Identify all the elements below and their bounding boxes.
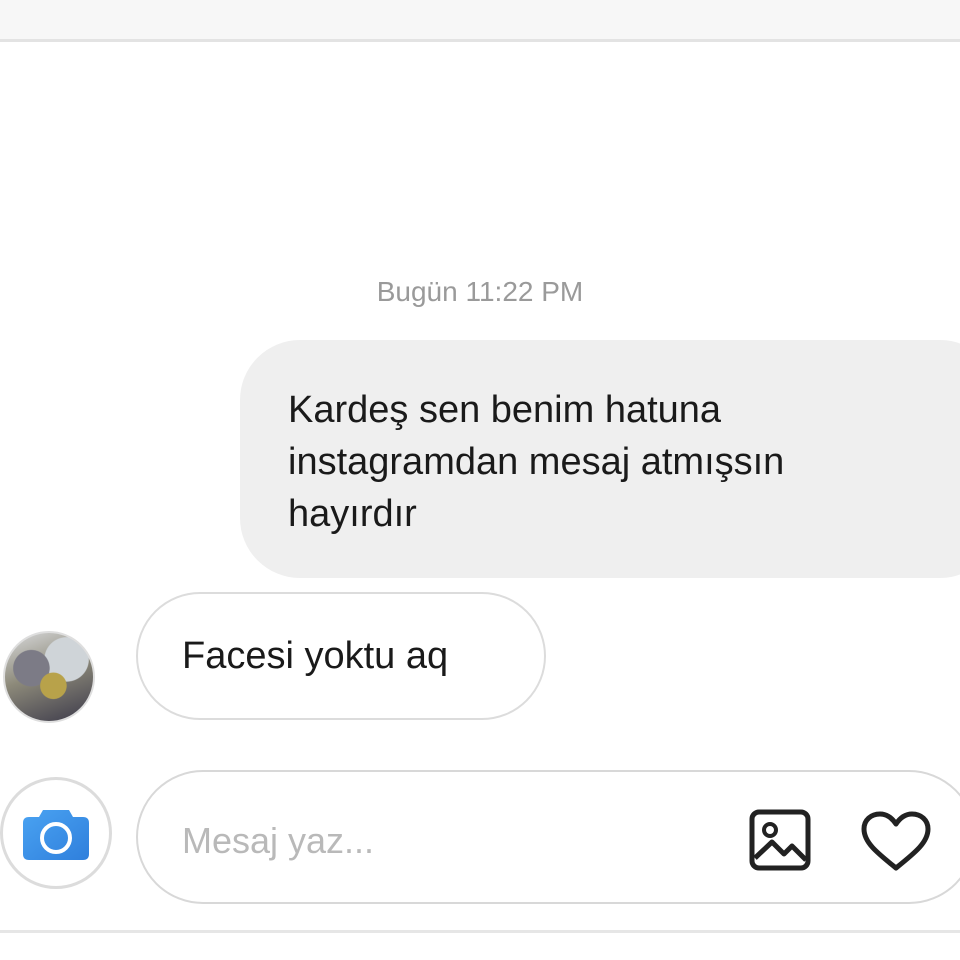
camera-icon <box>23 810 89 860</box>
incoming-message-bubble[interactable]: Facesi yoktu aq <box>136 592 546 720</box>
top-bar <box>0 0 960 42</box>
incoming-message-text: Facesi yoktu aq <box>182 634 449 677</box>
camera-button[interactable] <box>0 777 112 889</box>
outgoing-message-bubble[interactable]: Kardeş sen benim hatuna instagramdan mes… <box>240 340 960 578</box>
like-button[interactable] <box>860 810 932 872</box>
message-timestamp: Bugün 11:22 PM <box>376 276 584 307</box>
chat-screen: Bugün 11:22 PM Kardeş sen benim hatuna i… <box>0 0 960 960</box>
gallery-button[interactable] <box>748 808 812 872</box>
message-input[interactable]: Mesaj yaz... <box>136 770 960 904</box>
outgoing-message-text: Kardeş sen benim hatuna instagramdan mes… <box>288 389 785 535</box>
image-icon <box>749 809 811 871</box>
heart-icon <box>861 811 931 871</box>
message-input-placeholder: Mesaj yaz... <box>182 820 375 861</box>
avatar[interactable] <box>3 631 95 723</box>
bottom-divider <box>0 930 960 933</box>
